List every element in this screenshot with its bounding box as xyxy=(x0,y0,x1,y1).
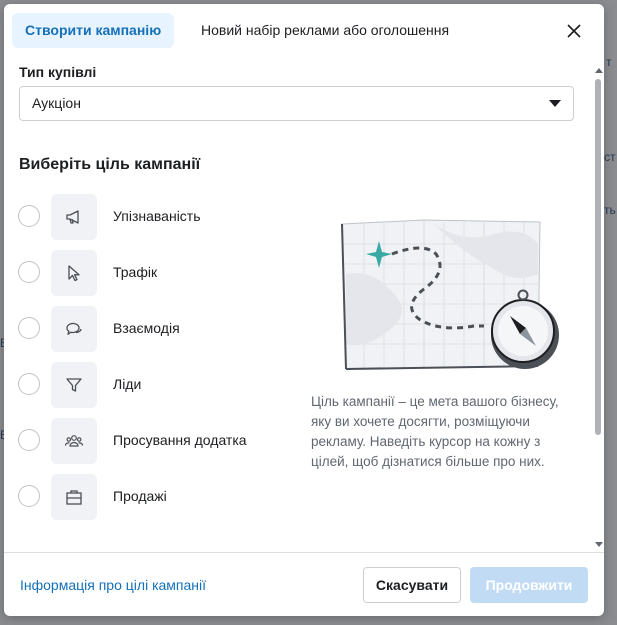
background-text: ст xyxy=(604,150,616,164)
objective-label: Упізнаваність xyxy=(113,208,201,224)
objective-label: Взаємодія xyxy=(113,320,180,336)
scrollbar[interactable] xyxy=(592,64,604,552)
dialog-footer: Інформація про цілі кампанії Скасувати П… xyxy=(4,552,604,616)
radio-button[interactable] xyxy=(18,205,40,227)
shopping-bag-icon xyxy=(66,490,82,505)
close-icon xyxy=(567,24,581,38)
objective-label: Ліди xyxy=(113,376,142,392)
objective-app-promotion[interactable]: Просування додатка xyxy=(18,418,288,464)
objective-description: Ціль кампанії – це мета вашого бізнесу, … xyxy=(311,394,559,469)
radio-button[interactable] xyxy=(18,485,40,507)
buying-type-select[interactable]: Аукціон xyxy=(19,86,574,121)
radio-button[interactable] xyxy=(18,429,40,451)
objective-traffic[interactable]: Трафік xyxy=(18,250,288,296)
megaphone-icon xyxy=(66,210,79,224)
scroll-up-arrow-icon[interactable] xyxy=(595,68,603,73)
cancel-button[interactable]: Скасувати xyxy=(363,567,461,603)
objective-title: Виберіть ціль кампанії xyxy=(19,156,201,173)
chat-bubble-icon xyxy=(66,322,82,335)
radio-button[interactable] xyxy=(18,317,40,339)
caret-down-icon xyxy=(549,100,561,107)
scroll-down-arrow-icon[interactable] xyxy=(595,542,603,547)
objective-label: Продажі xyxy=(113,488,167,504)
dialog-header: Створити кампанію Новий набір реклами аб… xyxy=(4,4,604,59)
map-compass-illustration xyxy=(341,219,559,370)
filter-icon xyxy=(66,378,82,392)
dialog-body: Тип купівлі Аукціон Виберіть ціль кампан… xyxy=(4,59,604,552)
people-icon xyxy=(64,435,84,447)
tab-create-campaign[interactable]: Створити кампанію xyxy=(12,13,175,48)
continue-button[interactable]: Продовжити xyxy=(470,567,588,603)
objective-label: Трафік xyxy=(113,264,158,280)
objective-awareness[interactable]: Упізнаваність xyxy=(18,194,288,240)
objective-info-link[interactable]: Інформація про цілі кампанії xyxy=(20,577,206,593)
close-button[interactable] xyxy=(565,22,583,40)
radio-button[interactable] xyxy=(18,373,40,395)
objective-label: Просування додатка xyxy=(113,432,247,448)
objective-engagement[interactable]: Взаємодія xyxy=(18,306,288,352)
create-campaign-dialog: Створити кампанію Новий набір реклами аб… xyxy=(4,4,604,616)
background-text: ть xyxy=(604,203,616,217)
objective-sales[interactable]: Продажі xyxy=(18,474,288,520)
buying-type-label: Тип купівлі xyxy=(19,64,97,80)
scroll-thumb[interactable] xyxy=(595,79,601,435)
objective-leads[interactable]: Ліди xyxy=(18,362,288,408)
buying-type-value: Аукціон xyxy=(32,95,81,111)
radio-button[interactable] xyxy=(18,261,40,283)
tab-new-ad-set[interactable]: Новий набір реклами або оголошення xyxy=(201,13,449,48)
cursor-icon xyxy=(68,265,80,282)
background-text: т xyxy=(606,55,612,69)
